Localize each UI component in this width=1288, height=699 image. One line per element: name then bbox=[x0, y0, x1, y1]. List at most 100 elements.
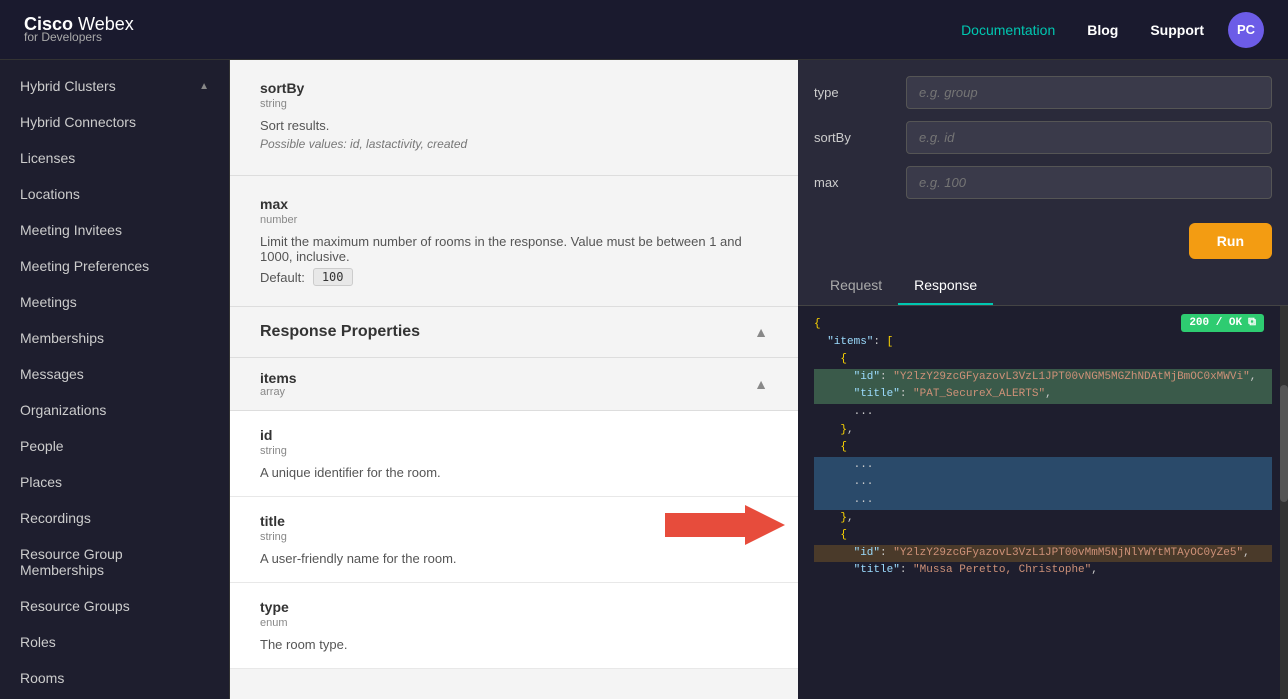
param-sortby-type: string bbox=[260, 98, 768, 110]
main-layout: Hybrid Clusters ▲ Hybrid Connectors Lice… bbox=[0, 60, 1288, 699]
sidebar-item-meeting-preferences[interactable]: Meeting Preferences bbox=[0, 248, 229, 284]
sidebar: Hybrid Clusters ▲ Hybrid Connectors Lice… bbox=[0, 60, 230, 699]
nav-documentation[interactable]: Documentation bbox=[961, 22, 1055, 38]
tab-request[interactable]: Request bbox=[814, 267, 898, 305]
property-type-name: type bbox=[260, 599, 768, 615]
property-type-desc: The room type. bbox=[260, 637, 768, 652]
sidebar-label: Organizations bbox=[20, 402, 106, 418]
json-line-highlight: "id": "Y2lzY29zcGFyazovL3VzL1JPT00vNGM5M… bbox=[814, 369, 1272, 387]
param-max: max number Limit the maximum number of r… bbox=[230, 176, 798, 307]
run-btn-row: Run bbox=[798, 215, 1288, 267]
scrollbar-thumb[interactable] bbox=[1280, 385, 1288, 503]
sidebar-item-memberships[interactable]: Memberships bbox=[0, 320, 229, 356]
property-id-name: id bbox=[260, 427, 768, 443]
json-line: { bbox=[814, 351, 1272, 369]
sidebar-item-messages[interactable]: Messages bbox=[0, 356, 229, 392]
sidebar-label: Roles bbox=[20, 634, 56, 650]
json-line: }, bbox=[814, 422, 1272, 440]
property-id-desc: A unique identifier for the room. bbox=[260, 465, 768, 480]
param-sortby: sortBy string Sort results. Possible val… bbox=[230, 60, 798, 176]
property-id: id string A unique identifier for the ro… bbox=[230, 411, 798, 497]
status-text: 200 / OK bbox=[1189, 317, 1242, 329]
response-tabs: Request Response bbox=[798, 267, 1288, 306]
status-badge: 200 / OK ⧉ bbox=[1181, 314, 1264, 332]
sidebar-label: Messages bbox=[20, 366, 84, 382]
sidebar-label: Meeting Preferences bbox=[20, 258, 149, 274]
param-max-default: Default: 100 bbox=[260, 268, 768, 286]
field-input-type[interactable] bbox=[906, 76, 1272, 109]
json-content: { "items": [ { "id": "Y2lzY29zcGFyazovL3… bbox=[798, 306, 1288, 590]
json-line: ... bbox=[814, 457, 1272, 475]
sidebar-label: Rooms bbox=[20, 670, 64, 686]
field-label-type: type bbox=[814, 85, 894, 100]
param-max-type: number bbox=[260, 214, 768, 226]
sidebar-label: Hybrid Connectors bbox=[20, 114, 136, 130]
field-input-sortby[interactable] bbox=[906, 121, 1272, 154]
items-type: array bbox=[260, 386, 297, 398]
sidebar-label: Recordings bbox=[20, 510, 91, 526]
chevron-up-icon: ▲ bbox=[754, 324, 768, 340]
sidebar-label: Meetings bbox=[20, 294, 77, 310]
property-title-name: title bbox=[260, 513, 768, 529]
sidebar-item-organizations[interactable]: Organizations bbox=[0, 392, 229, 428]
api-fields: type sortBy max bbox=[798, 60, 1288, 215]
right-panel: type sortBy max Run Request Response 200… bbox=[798, 60, 1288, 699]
response-properties-title: Response Properties bbox=[260, 323, 420, 341]
sidebar-item-hybrid-connectors[interactable]: Hybrid Connectors bbox=[0, 104, 229, 140]
sidebar-label: People bbox=[20, 438, 64, 454]
sidebar-item-meeting-invitees[interactable]: Meeting Invitees bbox=[0, 212, 229, 248]
sidebar-label: Meeting Invitees bbox=[20, 222, 122, 238]
header-nav: Documentation Blog Support bbox=[961, 22, 1204, 38]
sidebar-item-rooms[interactable]: Rooms bbox=[0, 660, 229, 696]
sidebar-item-recordings[interactable]: Recordings bbox=[0, 500, 229, 536]
json-line: ... bbox=[814, 474, 1272, 492]
avatar[interactable]: PC bbox=[1228, 12, 1264, 48]
sidebar-label: Locations bbox=[20, 186, 80, 202]
sidebar-label: Hybrid Clusters bbox=[20, 78, 116, 94]
sidebar-item-meetings[interactable]: Meetings bbox=[0, 284, 229, 320]
chevron-up-icon2: ▲ bbox=[754, 376, 768, 392]
sidebar-item-resource-groups[interactable]: Resource Groups bbox=[0, 588, 229, 624]
sidebar-item-hybrid-clusters[interactable]: Hybrid Clusters ▲ bbox=[0, 68, 229, 104]
field-label-sortby: sortBy bbox=[814, 130, 894, 145]
sidebar-label: Licenses bbox=[20, 150, 75, 166]
sidebar-item-people[interactable]: People bbox=[0, 428, 229, 464]
field-input-max[interactable] bbox=[906, 166, 1272, 199]
json-line: ... bbox=[814, 492, 1272, 510]
property-title: title string A user-friendly name for th… bbox=[230, 497, 798, 583]
field-label-max: max bbox=[814, 175, 894, 190]
param-sortby-desc: Sort results. bbox=[260, 118, 768, 133]
property-id-type: string bbox=[260, 445, 768, 457]
sidebar-label: Resource Groups bbox=[20, 598, 130, 614]
run-button[interactable]: Run bbox=[1189, 223, 1272, 259]
json-line: "id": "Y2lzY29zcGFyazovL3VzL1JPT00vMmM5N… bbox=[814, 545, 1272, 563]
sidebar-label: Resource Group Memberships bbox=[20, 546, 209, 578]
sidebar-item-licenses[interactable]: Licenses bbox=[0, 140, 229, 176]
copy-icon[interactable]: ⧉ bbox=[1248, 317, 1256, 329]
sidebar-item-roles[interactable]: Roles bbox=[0, 624, 229, 660]
sidebar-item-locations[interactable]: Locations bbox=[0, 176, 229, 212]
property-title-type: string bbox=[260, 531, 768, 543]
json-line: ... bbox=[814, 404, 1272, 422]
param-max-default-value: 100 bbox=[313, 268, 353, 286]
tab-response[interactable]: Response bbox=[898, 267, 993, 305]
sidebar-item-places[interactable]: Places bbox=[0, 464, 229, 500]
field-row-sortby: sortBy bbox=[814, 121, 1272, 154]
json-line: { bbox=[814, 439, 1272, 457]
main-content: sortBy string Sort results. Possible val… bbox=[230, 60, 798, 699]
property-type: type enum The room type. bbox=[230, 583, 798, 669]
property-type-type: enum bbox=[260, 617, 768, 629]
response-properties-header[interactable]: Response Properties ▲ bbox=[230, 307, 798, 358]
json-line: }, bbox=[814, 510, 1272, 528]
field-row-max: max bbox=[814, 166, 1272, 199]
sidebar-item-resource-group-memberships[interactable]: Resource Group Memberships bbox=[0, 536, 229, 588]
json-output: 200 / OK ⧉ { "items": [ { "id": "Y2lzY29… bbox=[798, 306, 1288, 699]
json-line: { bbox=[814, 527, 1272, 545]
items-header[interactable]: items array ▲ bbox=[230, 358, 798, 411]
json-line: "title": "Mussa Peretto, Christophe", bbox=[814, 562, 1272, 580]
nav-support[interactable]: Support bbox=[1150, 22, 1204, 38]
nav-blog[interactable]: Blog bbox=[1087, 22, 1118, 38]
json-line: "items": [ bbox=[814, 334, 1272, 352]
scrollbar-track[interactable] bbox=[1280, 306, 1288, 699]
param-max-name: max bbox=[260, 196, 768, 212]
